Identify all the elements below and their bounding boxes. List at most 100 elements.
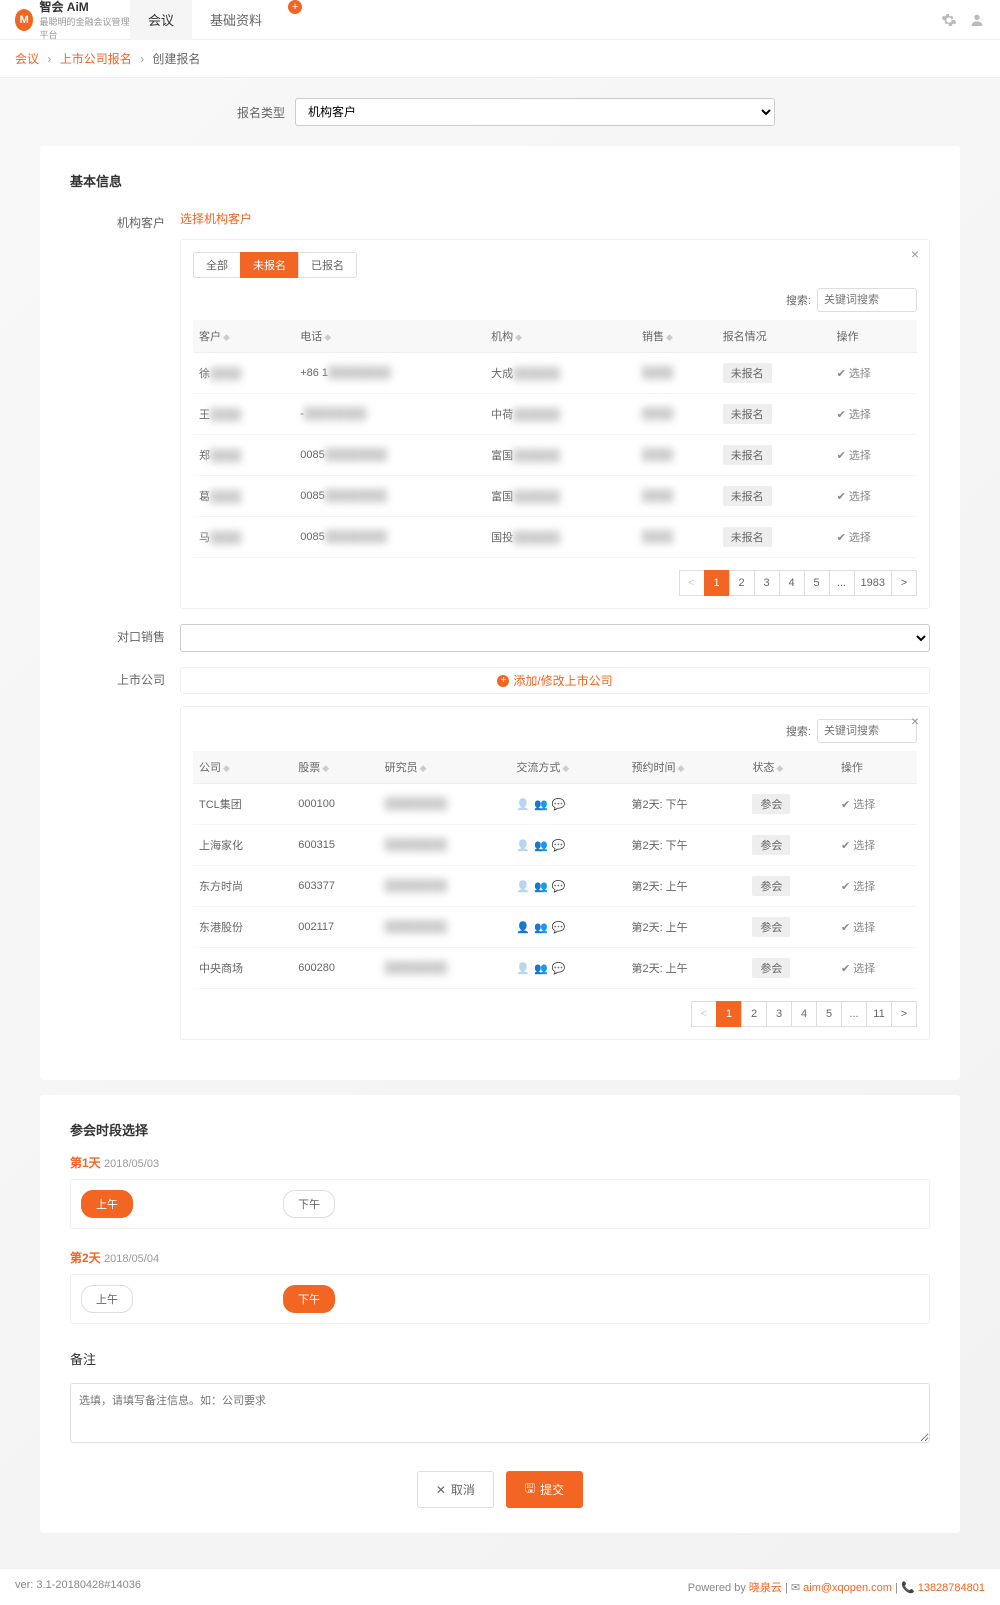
cell-comm: 👤👥💬 [510, 784, 625, 825]
type-select[interactable]: 机构客户 [295, 98, 775, 126]
gear-icon[interactable] [941, 12, 957, 28]
person-icon: 👤 [516, 839, 530, 852]
check-icon: ✔ [837, 449, 846, 462]
company-label: 上市公司 [70, 667, 180, 1040]
page-button[interactable]: 11 [866, 1001, 892, 1027]
version-text: ver: 3.1-20180428#14036 [15, 1579, 141, 1595]
col-comm[interactable]: 交流方式◆ [510, 751, 625, 784]
page-button[interactable]: 4 [779, 570, 805, 596]
logo-icon: M [15, 9, 33, 31]
cell-company: TCL集团 [193, 784, 292, 825]
pill-all[interactable]: 全部 [193, 252, 241, 278]
sales-select[interactable] [180, 624, 930, 652]
col-sales[interactable]: 销售◆ [636, 320, 717, 353]
tab-basedata[interactable]: 基础资料 [192, 0, 280, 40]
close-icon[interactable]: × [911, 713, 919, 729]
page-button[interactable]: < [691, 1001, 717, 1027]
slot-button[interactable]: 下午 [283, 1285, 335, 1313]
cell-time: 第2天: 下午 [625, 784, 746, 825]
sales-label: 对口销售 [70, 624, 180, 652]
table-row: 东港股份002117████████👤👥💬第2天: 上午参会✔ 选择 [193, 907, 917, 948]
user-icon[interactable] [969, 12, 985, 28]
cell-status: 未报名 [717, 517, 831, 558]
pill-registered[interactable]: 已报名 [298, 252, 357, 278]
select-link[interactable]: ✔ 选择 [837, 406, 871, 422]
select-link[interactable]: ✔ 选择 [841, 919, 875, 935]
page-button[interactable]: > [891, 570, 917, 596]
remarks-label: 备注 [70, 1349, 930, 1368]
group-icon: 👥 [534, 921, 548, 934]
cell-sales: ████ [636, 517, 717, 558]
select-link[interactable]: ✔ 选择 [841, 837, 875, 853]
page-button[interactable]: 2 [741, 1001, 767, 1027]
breadcrumb-link[interactable]: 会议 [15, 52, 39, 66]
select-link[interactable]: ✔ 选择 [837, 447, 871, 463]
page-button[interactable]: 3 [754, 570, 780, 596]
col-op: 操作 [835, 751, 917, 784]
cell-stock: 000100 [292, 784, 378, 825]
page-button[interactable]: 1 [716, 1001, 742, 1027]
select-link[interactable]: ✔ 选择 [837, 529, 871, 545]
table-row: 王████-████████中荷██████████未报名✔ 选择 [193, 394, 917, 435]
submit-button[interactable]: 🖫 提交 [506, 1471, 583, 1508]
col-customer[interactable]: 客户◆ [193, 320, 294, 353]
col-researcher[interactable]: 研究员◆ [379, 751, 511, 784]
col-stock[interactable]: 股票◆ [292, 751, 378, 784]
check-icon: ✔ [837, 408, 846, 421]
page-button[interactable]: 5 [804, 570, 830, 596]
breadcrumb-link[interactable]: 上市公司报名 [60, 52, 132, 66]
select-link[interactable]: ✔ 选择 [837, 365, 871, 381]
col-org[interactable]: 机构◆ [485, 320, 636, 353]
check-icon: ✔ [837, 490, 846, 503]
cell-sales: ████ [636, 353, 717, 394]
slot-button[interactable]: 上午 [81, 1285, 133, 1313]
cell-time: 第2天: 上午 [625, 866, 746, 907]
slot-button[interactable]: 上午 [81, 1190, 133, 1218]
tab-meeting[interactable]: 会议 [130, 0, 192, 40]
page-button[interactable]: 1 [704, 570, 730, 596]
cell-status: 未报名 [717, 435, 831, 476]
page-button[interactable]: < [679, 570, 705, 596]
company-link[interactable]: 晓泉云 [749, 1582, 782, 1594]
page-button[interactable]: 4 [791, 1001, 817, 1027]
col-company[interactable]: 公司◆ [193, 751, 292, 784]
page-button[interactable]: 2 [729, 570, 755, 596]
search-input[interactable] [817, 288, 917, 312]
col-phone[interactable]: 电话◆ [294, 320, 485, 353]
page-button[interactable]: > [891, 1001, 917, 1027]
col-state[interactable]: 状态◆ [746, 751, 835, 784]
page-button[interactable]: 5 [816, 1001, 842, 1027]
customer-table: 客户◆ 电话◆ 机构◆ 销售◆ 报名情况 操作 徐████+86 1██████… [193, 320, 917, 558]
cell-org: 中荷██████ [485, 394, 636, 435]
select-link[interactable]: ✔ 选择 [841, 796, 875, 812]
logo[interactable]: M 智会 AiM 最聪明的金融会议管理平台 [15, 0, 130, 41]
add-company-link[interactable]: + 添加/修改上市公司 [180, 667, 930, 694]
pill-not-registered[interactable]: 未报名 [240, 252, 299, 278]
cell-company: 中央商场 [193, 948, 292, 989]
slot-button[interactable]: 下午 [283, 1190, 335, 1218]
page-button[interactable]: ... [841, 1001, 867, 1027]
page-button[interactable]: 1983 [854, 570, 892, 596]
select-link[interactable]: ✔ 选择 [841, 960, 875, 976]
select-link[interactable]: ✔ 选择 [841, 878, 875, 894]
choose-customer-link[interactable]: 选择机构客户 [180, 212, 252, 226]
page-button[interactable]: 3 [766, 1001, 792, 1027]
page-button[interactable]: ... [829, 570, 855, 596]
cell-time: 第2天: 上午 [625, 907, 746, 948]
cell-company: 上海家化 [193, 825, 292, 866]
remarks-textarea[interactable] [70, 1383, 930, 1443]
close-icon: ✕ [436, 1483, 446, 1497]
close-icon[interactable]: × [911, 246, 919, 262]
col-time[interactable]: 预约时间◆ [625, 751, 746, 784]
cell-phone: 0085████████ [294, 435, 485, 476]
cell-sales: ████ [636, 476, 717, 517]
select-link[interactable]: ✔ 选择 [837, 488, 871, 504]
search-input[interactable] [817, 719, 917, 743]
table-row: 上海家化600315████████👤👥💬第2天: 下午参会✔ 选择 [193, 825, 917, 866]
email-link[interactable]: aim@xqopen.com [803, 1582, 892, 1594]
phone-link[interactable]: 13828784801 [918, 1582, 985, 1594]
check-icon: ✔ [841, 921, 850, 934]
add-tab-button[interactable]: + [288, 0, 302, 14]
day-block: 第1天 2018/05/03上午下午 [70, 1154, 930, 1229]
cancel-button[interactable]: ✕ 取消 [417, 1471, 494, 1508]
